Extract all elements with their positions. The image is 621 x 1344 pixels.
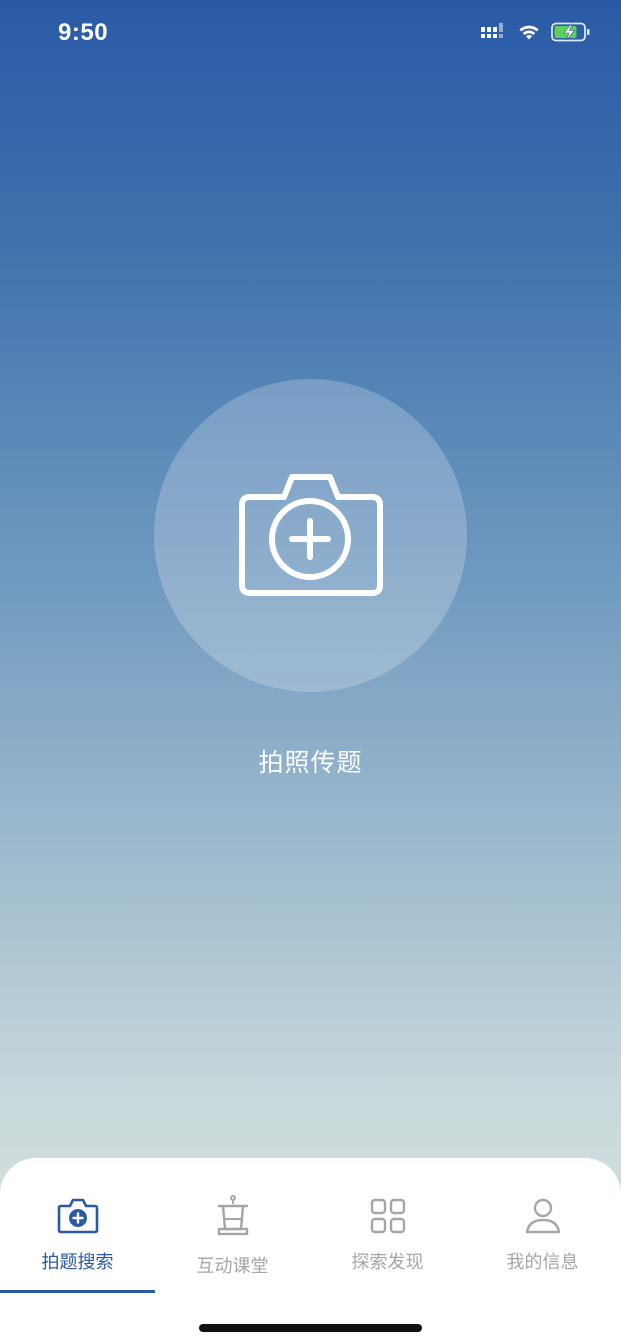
tab-bar: 拍题搜索 互动课堂 探索发现 我的信息: [0, 1158, 621, 1344]
tab-label: 探索发现: [351, 1252, 424, 1273]
tab-interactive-classroom[interactable]: 互动课堂: [155, 1158, 310, 1292]
camera-plus-icon: [56, 1194, 100, 1238]
cellular-signal-icon: [481, 23, 507, 41]
wifi-icon: [517, 23, 541, 41]
podium-icon: [211, 1194, 255, 1238]
battery-charging-icon: [551, 22, 591, 42]
tab-my-info[interactable]: 我的信息: [465, 1158, 620, 1292]
tab-explore[interactable]: 探索发现: [310, 1158, 465, 1292]
home-indicator[interactable]: [199, 1324, 422, 1332]
tab-label: 我的信息: [506, 1252, 579, 1273]
user-icon: [521, 1194, 565, 1238]
status-icons: [481, 22, 591, 42]
tab-label: 拍题搜索: [41, 1252, 114, 1273]
grid-icon: [366, 1194, 410, 1238]
take-photo-button[interactable]: [154, 379, 467, 692]
active-tab-indicator: [0, 1290, 155, 1293]
screen: 9:50 拍照传题 拍题搜索 互动课堂 探索发现 我的信息: [0, 0, 621, 1344]
status-time: 9:50: [58, 19, 109, 46]
tab-photo-search[interactable]: 拍题搜索: [0, 1158, 155, 1293]
camera-plus-icon: [238, 471, 384, 601]
tab-label: 互动课堂: [196, 1256, 269, 1277]
take-photo-label: 拍照传题: [258, 748, 363, 777]
status-bar: 9:50: [0, 0, 621, 70]
